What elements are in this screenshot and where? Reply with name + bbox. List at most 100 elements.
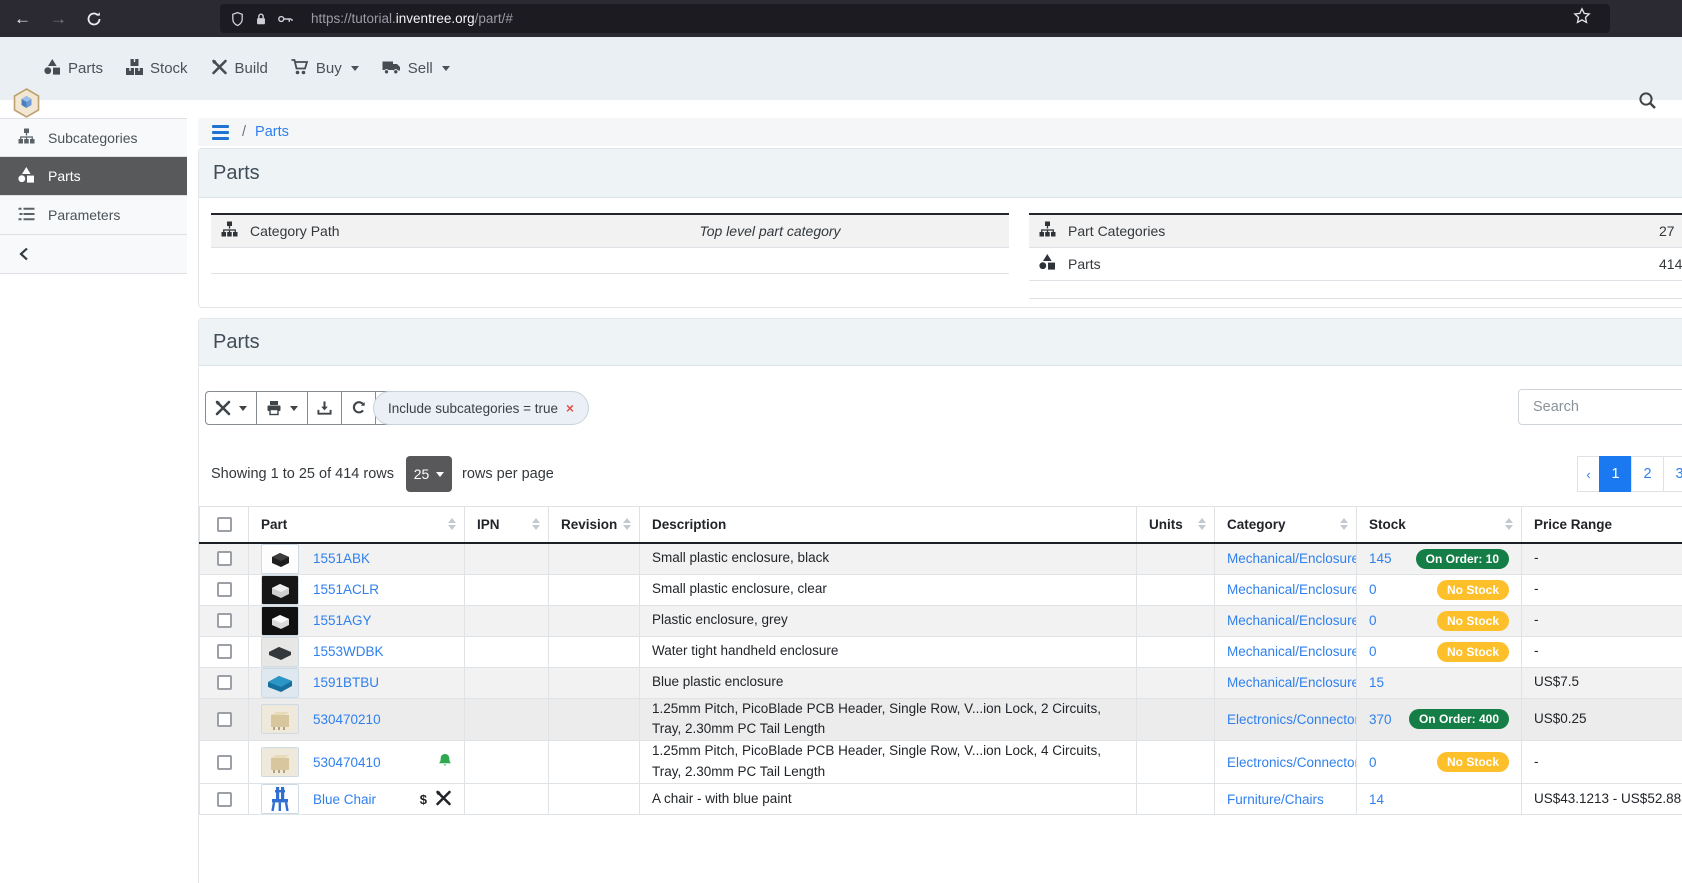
- actions-button[interactable]: [205, 391, 257, 425]
- stock-cell: 15: [1369, 675, 1509, 690]
- part-cell: 1591BTBU: [261, 668, 452, 698]
- sidebar: Subcategories Parts Parameters: [0, 118, 187, 274]
- sidebar-item-subcategories[interactable]: Subcategories: [0, 118, 187, 157]
- category-link[interactable]: Furniture/Chairs: [1227, 792, 1324, 807]
- pagination-page-1[interactable]: 1: [1599, 456, 1632, 492]
- sidebar-item-parameters[interactable]: Parameters: [0, 196, 187, 235]
- stock-link[interactable]: 0: [1369, 582, 1377, 597]
- part-thumbnail: [261, 544, 299, 574]
- revision-cell: [549, 698, 640, 741]
- search-input[interactable]: [1518, 389, 1682, 425]
- category-link[interactable]: Mechanical/Enclosures: [1227, 675, 1357, 690]
- truck-icon: [382, 59, 401, 79]
- column-header-price-range: Price Range: [1522, 507, 1682, 543]
- row-checkbox[interactable]: [217, 792, 232, 807]
- part-cell: 1551AGY: [261, 606, 452, 636]
- filter-chip[interactable]: Include subcategories = true ×: [373, 391, 589, 425]
- stock-badge: On Order: 400: [1409, 709, 1509, 729]
- part-link[interactable]: 1591BTBU: [313, 675, 379, 690]
- column-header-description: Description: [640, 507, 1137, 543]
- stats-label-cell: Part Categories: [1029, 214, 1649, 247]
- row-checkbox[interactable]: [217, 675, 232, 690]
- column-header-part[interactable]: Part: [249, 507, 465, 543]
- row-checkbox[interactable]: [217, 644, 232, 659]
- row-checkbox[interactable]: [217, 755, 232, 770]
- part-link[interactable]: 1553WDBK: [313, 644, 384, 659]
- stock-cell: 0No Stock: [1369, 642, 1509, 662]
- part-cell-wrap: Blue Chair$: [249, 784, 465, 815]
- row-checkbox[interactable]: [217, 551, 232, 566]
- pagination-page-2[interactable]: 2: [1631, 456, 1664, 492]
- pagination-prev[interactable]: ‹: [1577, 456, 1600, 492]
- nav-item-stock[interactable]: Stock: [126, 59, 188, 79]
- stock-link[interactable]: 370: [1369, 712, 1392, 727]
- category-link[interactable]: Electronics/Connectors: [1227, 712, 1357, 727]
- part-link[interactable]: 530470410: [313, 755, 381, 770]
- stock-link[interactable]: 145: [1369, 551, 1392, 566]
- search-icon[interactable]: [1638, 91, 1657, 115]
- url-bar[interactable]: https://tutorial.inventree.org/part/#: [220, 4, 1610, 33]
- page-size-dropdown[interactable]: 25: [406, 456, 452, 492]
- revision-cell: [549, 784, 640, 815]
- category-link[interactable]: Electronics/Connectors: [1227, 755, 1357, 770]
- key-icon: [277, 11, 294, 27]
- part-link[interactable]: 1551AGY: [313, 613, 372, 628]
- filter-chip-close-icon[interactable]: ×: [566, 401, 574, 416]
- download-button[interactable]: [307, 391, 342, 425]
- sidebar-item-parts[interactable]: Parts: [0, 157, 187, 196]
- bookmark-star-icon[interactable]: [1573, 7, 1600, 30]
- part-cell: 1551ABK: [261, 544, 452, 574]
- sidebar-item-label: Parts: [48, 168, 81, 184]
- row-checkbox[interactable]: [217, 712, 232, 727]
- stock-link[interactable]: 0: [1369, 644, 1377, 659]
- nav-item-build[interactable]: Build: [211, 59, 268, 79]
- nav-item-sell[interactable]: Sell: [382, 59, 450, 79]
- table-row: 1551AGYPlastic enclosure, greyMechanical…: [200, 605, 1682, 636]
- row-checkbox[interactable]: [217, 582, 232, 597]
- column-header-category[interactable]: Category: [1215, 507, 1357, 543]
- parts-panel-title: Parts: [199, 331, 260, 354]
- stock-cell-wrap: 370 On Order: 400: [1357, 698, 1522, 741]
- stock-link[interactable]: 0: [1369, 755, 1377, 770]
- part-cell-wrap: 1553WDBK: [249, 636, 465, 667]
- sidebar-collapse-button[interactable]: [0, 235, 187, 274]
- column-header-revision[interactable]: Revision: [549, 507, 640, 543]
- category-cell: Mechanical/Enclosures: [1215, 574, 1357, 605]
- category-link[interactable]: Mechanical/Enclosures: [1227, 551, 1357, 566]
- stock-link[interactable]: 0: [1369, 613, 1377, 628]
- part-link[interactable]: 1551ABK: [313, 551, 370, 566]
- row-checkbox[interactable]: [217, 613, 232, 628]
- part-link[interactable]: Blue Chair: [313, 792, 376, 807]
- list-icon: [18, 206, 35, 225]
- ipn-cell: [465, 605, 549, 636]
- back-button[interactable]: ←: [14, 0, 31, 37]
- pagination-page-3[interactable]: 3: [1663, 456, 1682, 492]
- stock-link[interactable]: 15: [1369, 675, 1384, 690]
- tools-icon: [211, 59, 228, 79]
- breadcrumb-link-parts[interactable]: Parts: [255, 124, 289, 140]
- part-link[interactable]: 530470210: [313, 712, 381, 727]
- units-cell: [1137, 636, 1215, 667]
- nav-item-buy[interactable]: Buy: [291, 59, 359, 79]
- column-header-stock[interactable]: Stock: [1357, 507, 1522, 543]
- part-cell-wrap: 530470410: [249, 741, 465, 784]
- stock-link[interactable]: 14: [1369, 792, 1384, 807]
- row-select-cell: [200, 636, 249, 667]
- forward-button[interactable]: →: [50, 0, 67, 37]
- print-button[interactable]: [256, 391, 308, 425]
- stock-cell: 14: [1369, 792, 1509, 807]
- breadcrumb-tree-toggle-icon[interactable]: [212, 125, 229, 140]
- category-link[interactable]: Mechanical/Enclosures: [1227, 613, 1357, 628]
- page-title: Parts: [199, 162, 260, 185]
- part-thumbnail: [261, 784, 299, 814]
- reload-button[interactable]: [86, 0, 102, 37]
- refresh-button[interactable]: [341, 391, 376, 425]
- category-link[interactable]: Mechanical/Enclosures: [1227, 582, 1357, 597]
- column-header-ipn[interactable]: IPN: [465, 507, 549, 543]
- nav-item-parts[interactable]: Parts: [44, 59, 103, 79]
- column-header-units[interactable]: Units: [1137, 507, 1215, 543]
- select-all-checkbox[interactable]: [217, 517, 232, 532]
- category-link[interactable]: Mechanical/Enclosures: [1227, 644, 1357, 659]
- part-link[interactable]: 1551ACLR: [313, 582, 379, 597]
- stats-value: 27: [1649, 214, 1682, 247]
